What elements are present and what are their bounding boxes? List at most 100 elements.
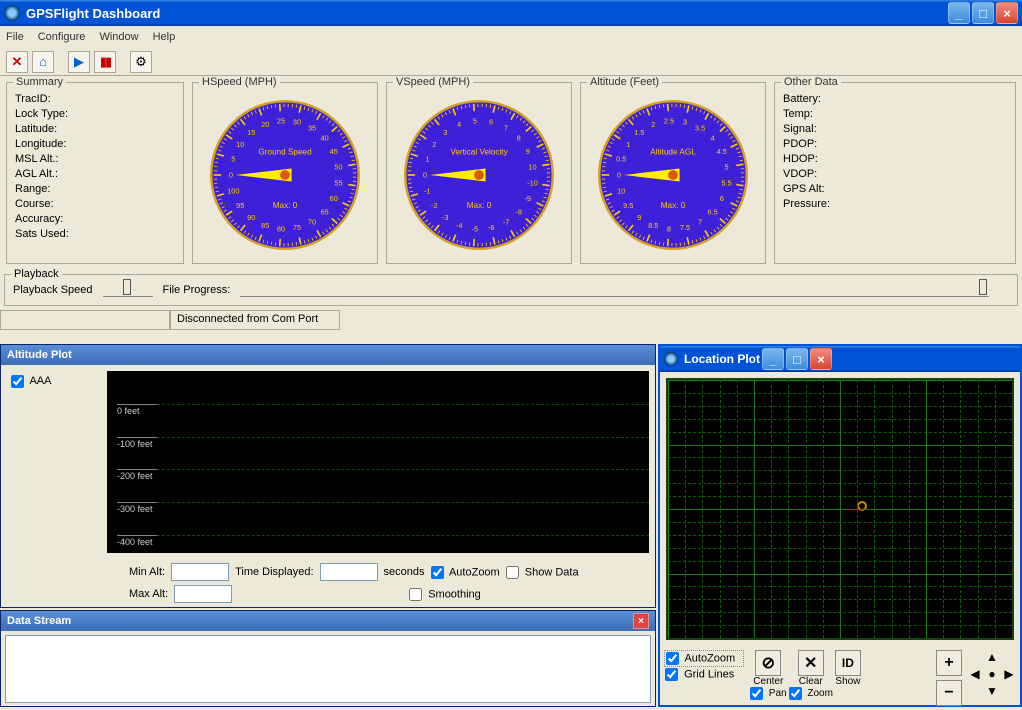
timedisp-input[interactable] <box>320 563 378 581</box>
menu-help[interactable]: Help <box>153 31 176 43</box>
svg-text:7: 7 <box>504 124 508 133</box>
status-connection: Disconnected from Com Port <box>170 310 340 330</box>
maxalt-input[interactable] <box>174 585 232 603</box>
file-progress-slider[interactable] <box>240 283 989 297</box>
pan-checkbox[interactable]: Pan <box>750 687 787 700</box>
svg-text:4: 4 <box>457 120 461 129</box>
status-cell-1 <box>0 310 170 330</box>
minimize-button[interactable]: _ <box>948 2 970 24</box>
svg-text:0: 0 <box>617 170 621 179</box>
menubar: File Configure Window Help <box>0 26 1022 48</box>
svg-text:-10: -10 <box>527 179 538 188</box>
locplot-icon <box>664 352 678 366</box>
altitude-group: Altitude (Feet) 00.511.522.533.544.555.5… <box>580 82 766 264</box>
autozoom-checkbox[interactable]: AutoZoom <box>431 566 500 579</box>
location-plot-window: Location Plot _ □ × AutoZoom Grid Lines … <box>658 344 1022 707</box>
pan-left-button[interactable]: ◀ <box>968 667 982 681</box>
pan-arrows: ▲ ◀ ● ▶ ▼ <box>968 650 1016 698</box>
pan-center-button[interactable]: ● <box>985 667 999 681</box>
svg-text:-4: -4 <box>456 221 463 230</box>
loc-gridlines-checkbox[interactable]: Grid Lines <box>664 667 744 682</box>
summary-longitude: Longitude: <box>15 138 175 153</box>
svg-text:10: 10 <box>528 162 536 171</box>
svg-text:5: 5 <box>231 155 235 164</box>
svg-text:20: 20 <box>261 120 269 129</box>
home-button[interactable]: ⌂ <box>32 51 54 73</box>
svg-text:80: 80 <box>277 224 285 233</box>
main-titlebar: GPSFlight Dashboard _ □ × <box>0 0 1022 26</box>
show-id-button[interactable]: ID <box>835 650 861 676</box>
svg-text:50: 50 <box>334 162 342 171</box>
maximize-button[interactable]: □ <box>972 2 994 24</box>
clear-button[interactable]: ✕ <box>798 650 824 676</box>
stop-button[interactable]: ✕ <box>6 51 28 73</box>
minalt-input[interactable] <box>171 563 229 581</box>
pan-right-button[interactable]: ▶ <box>1002 667 1016 681</box>
datastream-close-button[interactable]: × <box>633 613 649 629</box>
app-icon <box>4 5 20 21</box>
svg-text:9: 9 <box>526 147 530 156</box>
svg-text:40: 40 <box>321 134 329 143</box>
menu-window[interactable]: Window <box>99 31 138 43</box>
svg-text:Max: 0: Max: 0 <box>273 201 298 210</box>
svg-text:6: 6 <box>489 118 493 127</box>
altitude-plot-window: Altitude Plot AAA 0 feet -100 feet -200 … <box>0 344 656 608</box>
svg-text:Ground Speed: Ground Speed <box>258 148 312 157</box>
svg-text:-8: -8 <box>515 207 522 216</box>
svg-text:60: 60 <box>330 194 338 203</box>
pan-up-button[interactable]: ▲ <box>985 650 999 664</box>
pan-down-button[interactable]: ▼ <box>985 684 999 698</box>
other-pressure: Pressure: <box>783 198 1007 213</box>
zoom-in-button[interactable]: + <box>936 650 962 676</box>
locplot-title: Location Plot <box>684 352 760 366</box>
toolbar: ✕ ⌂ ▶ ▮▮ ⚙ <box>0 48 1022 76</box>
zoom-checkbox[interactable]: Zoom <box>789 687 833 700</box>
svg-text:6.5: 6.5 <box>708 207 718 216</box>
maxalt-label: Max Alt: <box>129 588 168 600</box>
locplot-close-button[interactable]: × <box>810 348 832 370</box>
svg-text:8: 8 <box>517 134 521 143</box>
summary-course: Course: <box>15 198 175 213</box>
menu-file[interactable]: File <box>6 31 24 43</box>
svg-text:90: 90 <box>247 213 255 222</box>
svg-text:Vertical Velocity: Vertical Velocity <box>450 148 508 157</box>
locplot-maximize-button[interactable]: □ <box>786 348 808 370</box>
svg-text:Max: 0: Max: 0 <box>467 201 492 210</box>
zoom-out-button[interactable]: − <box>936 680 962 706</box>
loc-autozoom-checkbox[interactable]: AutoZoom <box>664 650 744 667</box>
otherdata-group: Other Data Battery: Temp: Signal: PDOP: … <box>774 82 1016 264</box>
locplot-minimize-button[interactable]: _ <box>762 348 784 370</box>
svg-text:75: 75 <box>293 223 301 232</box>
playback-speed-label: Playback Speed <box>13 284 93 296</box>
close-button[interactable]: × <box>996 2 1018 24</box>
summary-accuracy: Accuracy: <box>15 213 175 228</box>
svg-text:10: 10 <box>236 140 244 149</box>
altplot-title: Altitude Plot <box>7 349 72 361</box>
device-button[interactable]: ⚙ <box>130 51 152 73</box>
datastream-text[interactable] <box>5 635 651 703</box>
svg-text:2: 2 <box>651 120 655 129</box>
svg-text:15: 15 <box>247 128 255 137</box>
hspeed-group: HSpeed (MPH) 051015202530354045505560657… <box>192 82 378 264</box>
play-button[interactable]: ▶ <box>68 51 90 73</box>
other-vdop: VDOP: <box>783 168 1007 183</box>
showdata-checkbox[interactable]: Show Data <box>506 566 579 579</box>
other-temp: Temp: <box>783 108 1007 123</box>
svg-text:-1: -1 <box>424 186 431 195</box>
menu-configure[interactable]: Configure <box>38 31 86 43</box>
svg-text:3.5: 3.5 <box>695 124 705 133</box>
svg-text:9: 9 <box>637 213 641 222</box>
svg-text:0: 0 <box>423 170 427 179</box>
svg-text:4.5: 4.5 <box>717 147 727 156</box>
svg-text:3: 3 <box>683 118 687 127</box>
smoothing-checkbox[interactable]: Smoothing <box>409 588 481 601</box>
svg-text:2: 2 <box>432 140 436 149</box>
datastream-window: Data Stream × <box>0 610 656 707</box>
pause-button[interactable]: ▮▮ <box>94 51 116 73</box>
center-button[interactable]: ⊘ <box>755 650 781 676</box>
svg-text:1: 1 <box>626 140 630 149</box>
summary-mslalt: MSL Alt.: <box>15 153 175 168</box>
series-aaa-checkbox[interactable]: AAA <box>11 375 51 387</box>
playback-speed-slider[interactable] <box>103 283 153 297</box>
svg-text:8: 8 <box>667 224 671 233</box>
